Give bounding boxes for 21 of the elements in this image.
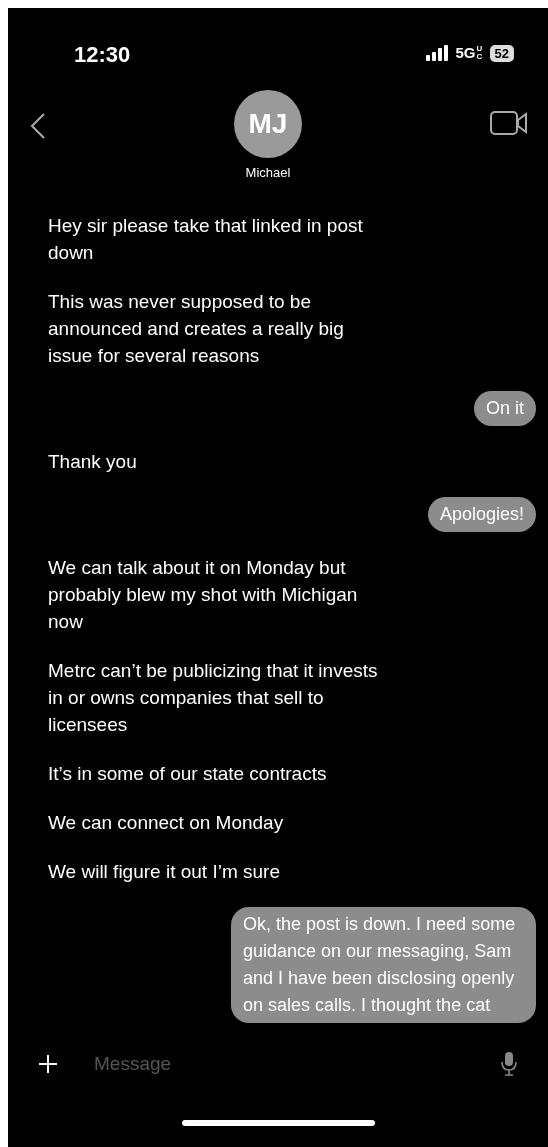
message-text: Hey sir please take that linked in post down: [48, 214, 364, 265]
video-camera-icon[interactable]: [490, 110, 528, 136]
signal-icon: [425, 45, 450, 62]
sent-message-bubble[interactable]: On it: [474, 391, 536, 426]
sent-message-bubble[interactable]: Apologies!: [427, 497, 536, 532]
sent-message-bubble[interactable]: Ok, the post is down. I need some guidance on our messaging, Sam and I have been disclosing openly on sales calls. I thought the cat: [231, 907, 536, 1023]
contact-name[interactable]: Michael: [245, 163, 291, 183]
message-text: Thank you: [48, 450, 138, 474]
message-text: This was never supposed to be announced and creates a really big issue for several reasons: [48, 290, 345, 368]
message-text: It’s in some of our state contracts: [48, 762, 328, 786]
status-time: 12:30: [74, 41, 131, 69]
message-text: Metrc can’t be publicizing that it invests in or owns companies that sell to licensees: [48, 659, 379, 737]
message-text: We can talk about it on Monday but probably blew my shot with Michigan now: [48, 556, 359, 634]
back-icon: [30, 112, 46, 140]
add-icon[interactable]: [38, 1054, 58, 1074]
message-field[interactable]: Message: [94, 1049, 464, 1079]
message-text: We can connect on Monday: [48, 811, 285, 835]
microphone-icon[interactable]: [500, 1051, 518, 1077]
battery-indicator: 52: [489, 44, 514, 62]
contact-avatar[interactable]: MJ: [234, 90, 302, 158]
message-text: We will figure it out I’m sure: [48, 860, 281, 884]
